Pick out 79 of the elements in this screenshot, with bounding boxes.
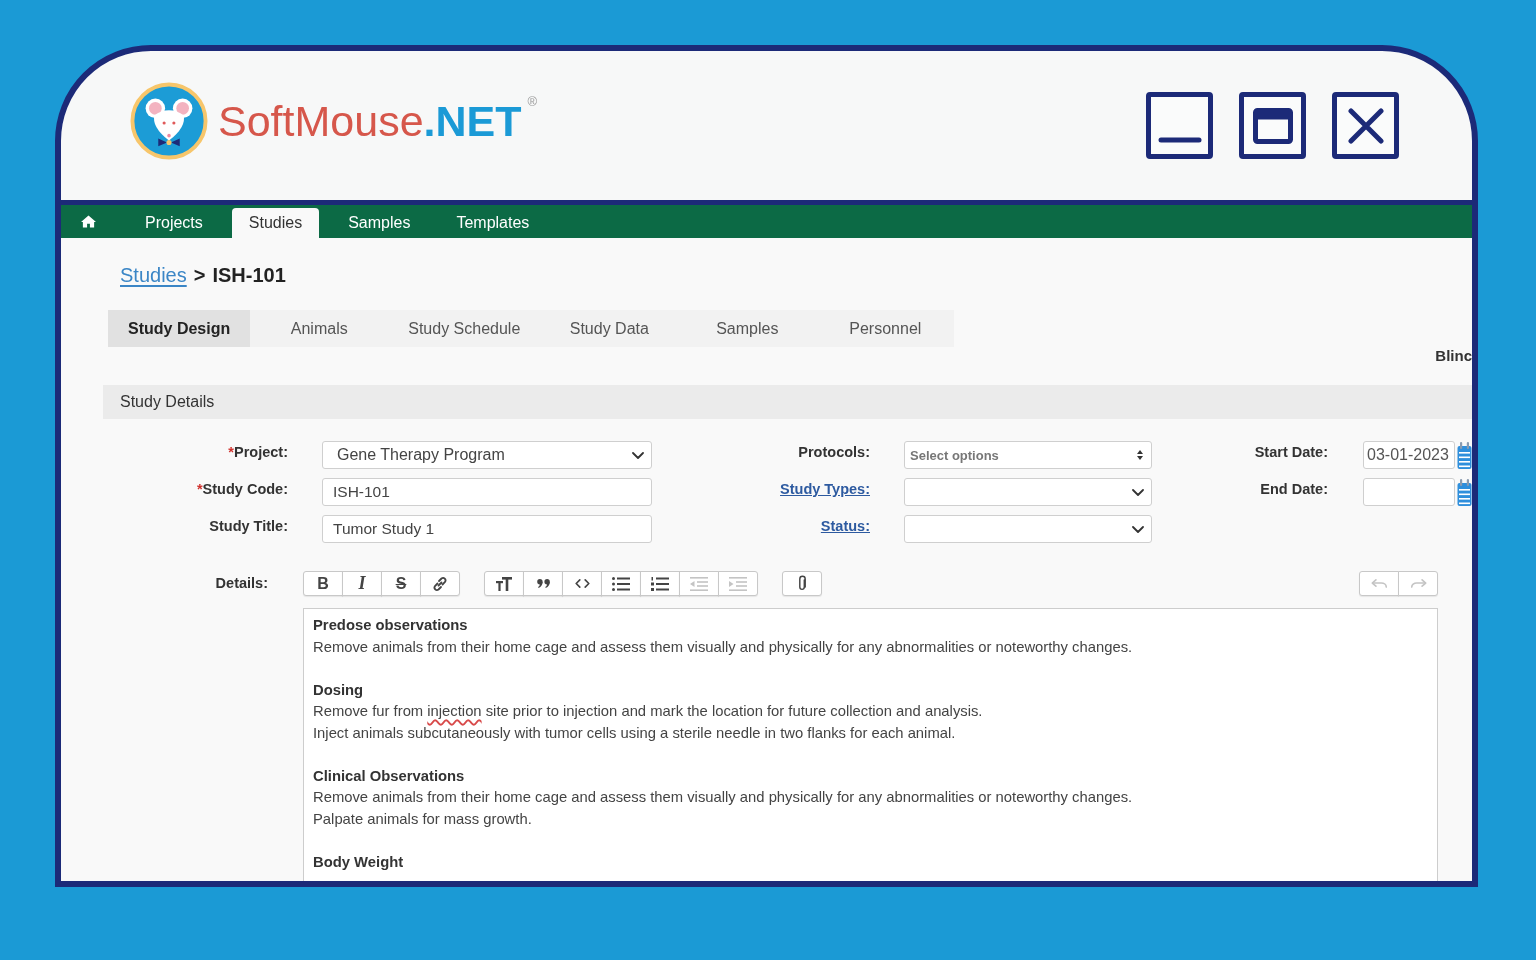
numbered-list-icon xyxy=(651,576,669,591)
field-label: Study Title: xyxy=(209,517,288,536)
calendar-icon[interactable] xyxy=(1457,478,1472,506)
bullet-list-button[interactable] xyxy=(601,571,641,596)
maximize-button[interactable] xyxy=(1239,92,1306,159)
undo-icon xyxy=(1370,579,1388,588)
section-header: Study Details xyxy=(103,385,1472,419)
text-line: Remove animals from their home cage and assess them visually and physically for any abnormalities or noteworthy changes. xyxy=(313,788,1133,807)
section-heading: Body Weight xyxy=(313,852,404,872)
link-icon xyxy=(432,575,448,592)
truncated-label: Blinc xyxy=(1435,347,1472,365)
section-tab[interactable]: Samples xyxy=(678,310,817,347)
text-size-icon xyxy=(496,576,512,591)
section-tab[interactable]: Study Design xyxy=(108,310,251,347)
bold-button[interactable]: B xyxy=(303,571,343,596)
calendar-icon[interactable] xyxy=(1457,441,1472,469)
field-link[interactable]: Study Types: xyxy=(780,478,870,500)
outdent-icon xyxy=(690,576,708,591)
logo-wordmark: SoftMouse.NET xyxy=(218,96,522,146)
section-heading: Clinical Observations xyxy=(313,766,465,786)
strikethrough-button[interactable]: S xyxy=(381,571,421,596)
chevron-down-icon xyxy=(632,451,644,459)
code-icon xyxy=(574,579,590,588)
numbered-list-button[interactable] xyxy=(640,571,680,596)
text-line: Remove animals from their home cage and assess them visually and physically for any abnormalities or noteworthy changes. xyxy=(313,637,1133,657)
dropdown-field[interactable] xyxy=(904,515,1152,543)
section-tab[interactable]: Study Data xyxy=(540,310,679,347)
home-icon xyxy=(81,215,96,228)
section-tab[interactable]: Animals xyxy=(250,310,389,347)
section-tab[interactable]: Study Schedule xyxy=(388,310,541,347)
dropdown-field[interactable] xyxy=(904,478,1152,506)
text-field[interactable]: ISH-101 xyxy=(322,478,652,506)
details-editor[interactable] xyxy=(303,608,1438,881)
section-heading: Dosing xyxy=(313,680,364,700)
date-field[interactable]: 03-01-2023 xyxy=(1363,441,1455,469)
paperclip-icon xyxy=(797,575,807,592)
breadcrumb-current: ISH-101 xyxy=(212,263,286,287)
quote-icon xyxy=(536,579,550,588)
text-field[interactable]: Tumor Study 1 xyxy=(322,515,652,543)
nav-tab[interactable]: Samples xyxy=(331,208,428,238)
field-label: *Project: xyxy=(228,443,288,462)
dropdown-field[interactable]: Gene Therapy Program xyxy=(322,441,652,469)
code-button[interactable] xyxy=(562,571,602,596)
bullet-list-icon xyxy=(612,576,630,591)
multiselect-field[interactable]: Select options xyxy=(904,441,1152,469)
redo-icon xyxy=(1409,579,1427,588)
text-line: Remove fur from injection site prior to injection and mark the location for future collection and analysis. xyxy=(313,702,983,721)
nav-tab[interactable]: Templates xyxy=(439,208,547,238)
sort-arrows-icon xyxy=(1137,450,1143,460)
breadcrumb-separator: > xyxy=(193,263,206,287)
text-size-button[interactable] xyxy=(484,571,524,596)
field-label: Details: xyxy=(215,574,268,593)
nav-tab[interactable]: Projects xyxy=(128,208,220,238)
field-label: End Date: xyxy=(1260,480,1328,499)
text-line: Inject animals subcutaneously with tumor cells using a sterile needle in two flanks for each animal. xyxy=(313,723,956,743)
text-line: Palpate animals for mass growth. xyxy=(313,809,532,829)
field-label: *Study Code: xyxy=(196,480,288,499)
field-label: Start Date: xyxy=(1254,443,1328,462)
field-label: Protocols: xyxy=(798,443,870,462)
minimize-icon xyxy=(1157,136,1202,143)
indent-icon xyxy=(729,576,747,591)
quote-button[interactable] xyxy=(523,571,563,596)
field-link[interactable]: Status: xyxy=(820,515,870,537)
nav-tab[interactable]: Studies xyxy=(231,208,320,238)
breadcrumb-link[interactable]: Studies xyxy=(120,263,187,287)
chevron-down-icon xyxy=(1132,488,1144,496)
close-button[interactable] xyxy=(1332,92,1399,159)
italic-button[interactable]: I xyxy=(342,571,382,596)
mouse-logo-icon xyxy=(130,82,208,160)
attach-button[interactable] xyxy=(782,571,822,596)
chevron-down-icon xyxy=(1132,525,1144,533)
section-tab[interactable]: Personnel xyxy=(816,310,955,347)
date-field[interactable] xyxy=(1363,478,1455,506)
section-heading: Predose observations xyxy=(313,616,468,635)
minimize-button[interactable] xyxy=(1146,92,1213,159)
link-button[interactable] xyxy=(420,571,460,596)
close-icon xyxy=(1347,107,1384,144)
registered-mark: ® xyxy=(527,95,538,109)
maximize-icon xyxy=(1252,107,1293,144)
